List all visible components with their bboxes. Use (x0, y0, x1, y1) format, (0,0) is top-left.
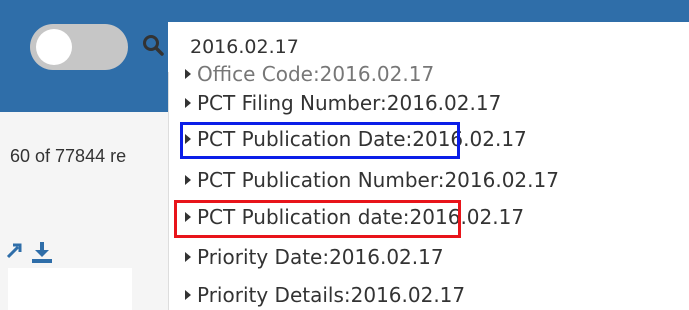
suggestion-item-pct-filing-number[interactable]: PCT Filing Number:2016.02.17 (185, 91, 501, 115)
suggestion-item-office-code[interactable]: Office Code:2016.02.17 (185, 62, 434, 86)
caret-right-icon (185, 252, 191, 262)
caret-right-icon (185, 290, 191, 300)
suggestion-item-pct-publication-number[interactable]: PCT Publication Number:2016.02.17 (185, 168, 559, 192)
autocomplete-dropdown: Office Code:2016.02.17 PCT Filing Number… (168, 62, 689, 310)
highlight-box-red (174, 200, 461, 238)
suggestion-label: Priority Date:2016.02.17 (197, 245, 444, 269)
search-icon[interactable] (142, 34, 164, 56)
results-count: 60 of 77844 re (10, 146, 127, 166)
suggestion-item-priority-details[interactable]: Priority Details:2016.02.17 (185, 283, 465, 307)
suggestion-label: PCT Filing Number:2016.02.17 (197, 91, 502, 115)
suggestion-label: Office Code:2016.02.17 (197, 62, 435, 86)
external-link-icon[interactable] (4, 241, 26, 261)
suggestion-label: Priority Details:2016.02.17 (197, 283, 466, 307)
suggestion-label: PCT Publication Number:2016.02.17 (197, 168, 559, 192)
highlight-box-blue (180, 122, 460, 159)
caret-right-icon (185, 175, 191, 185)
download-icon[interactable] (30, 240, 54, 264)
toggle-switch[interactable] (30, 24, 128, 70)
toggle-knob[interactable] (36, 29, 72, 65)
content-panel (8, 268, 132, 310)
caret-right-icon (185, 69, 191, 79)
suggestion-item-priority-date[interactable]: Priority Date:2016.02.17 (185, 245, 444, 269)
caret-right-icon (185, 98, 191, 108)
